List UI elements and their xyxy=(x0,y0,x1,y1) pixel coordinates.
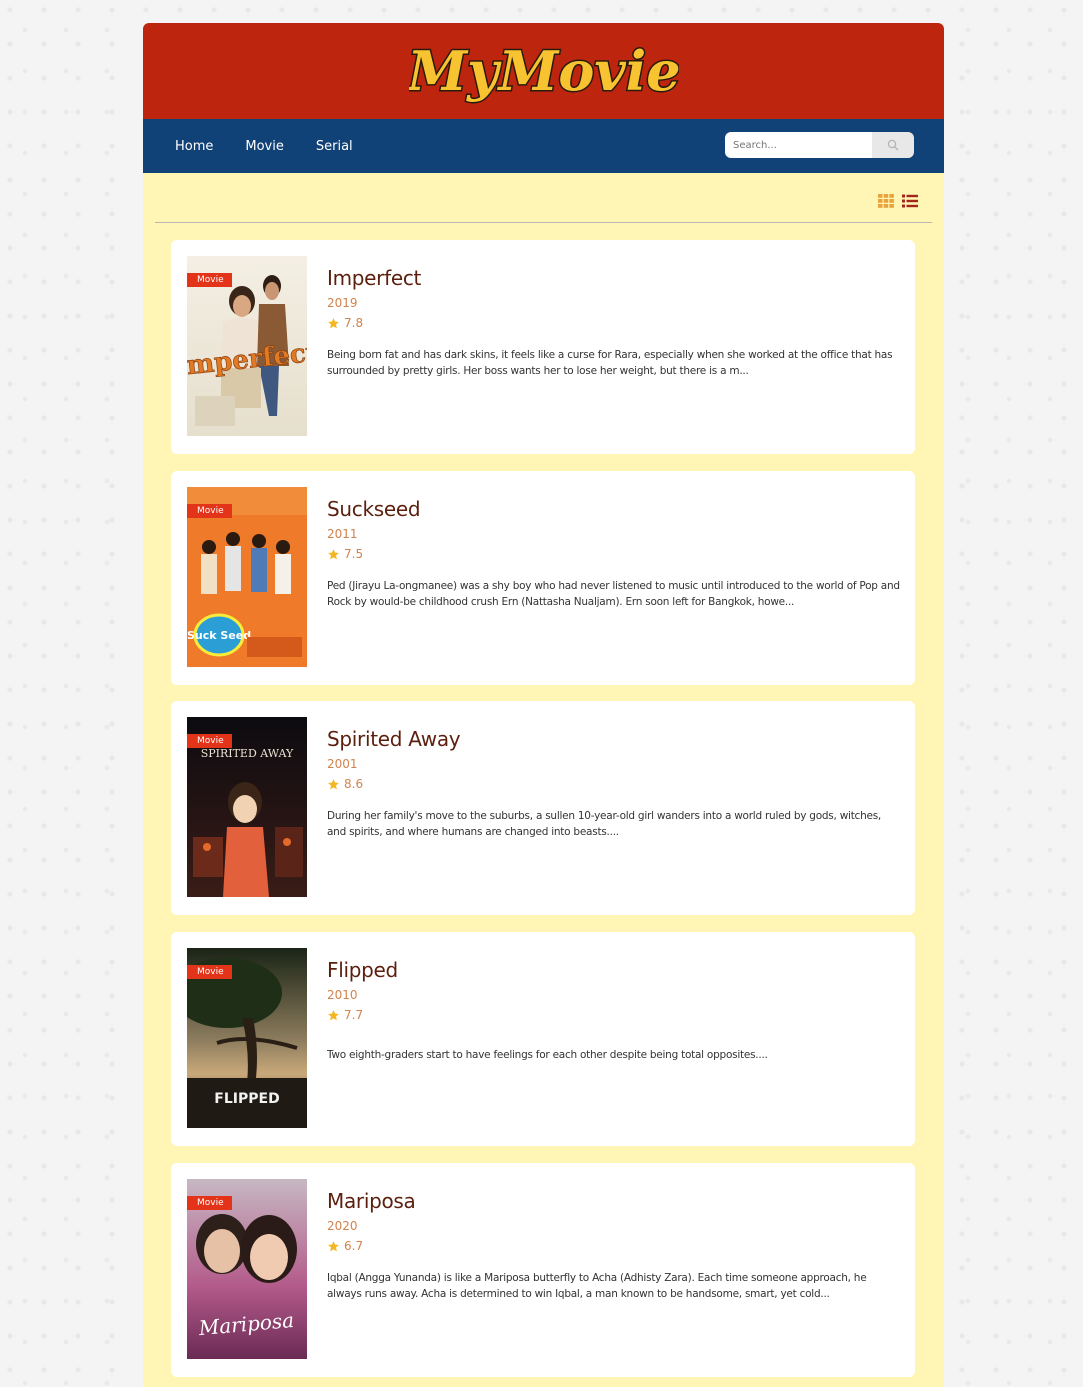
movie-poster[interactable]: Imperfect Movie xyxy=(187,256,307,436)
poster-title-text: FLIPPED xyxy=(214,1091,279,1107)
category-badge: Movie xyxy=(187,734,232,748)
movie-poster[interactable]: FLIPPED Movie xyxy=(187,948,307,1128)
category-badge: Movie xyxy=(187,965,232,979)
movie-rating: 6.7 xyxy=(327,1239,363,1253)
movie-poster[interactable]: Mariposa Movie xyxy=(187,1179,307,1359)
rating-value: 7.8 xyxy=(344,316,364,330)
movie-description: Ped (Jirayu La-ongmanee) was a shy boy w… xyxy=(327,580,900,608)
movie-poster[interactable]: SPIRITED AWAY Movie xyxy=(187,717,307,897)
grid-icon[interactable] xyxy=(878,194,894,208)
rating-value: 8.6 xyxy=(344,777,364,791)
category-badge: Movie xyxy=(187,273,232,287)
movie-year: 2001 xyxy=(327,757,358,771)
movie-card[interactable]: Mariposa Movie Mariposa 2020 6.7 Iqbal (… xyxy=(171,1163,915,1377)
movie-rating: 7.7 xyxy=(327,1008,363,1022)
movie-title[interactable]: Imperfect xyxy=(327,266,421,290)
search-box xyxy=(725,132,914,158)
movie-rating: 7.8 xyxy=(327,316,363,330)
nav-item-serial[interactable]: Serial xyxy=(316,139,353,154)
rating-value: 7.5 xyxy=(344,547,364,561)
site-header: MyMovie xyxy=(143,23,944,119)
search-button[interactable] xyxy=(872,132,914,158)
view-toolbar xyxy=(155,173,932,223)
movie-title[interactable]: Suckseed xyxy=(327,497,421,521)
movie-description: Iqbal (Angga Yunanda) is like a Mariposa… xyxy=(327,1272,867,1300)
movie-poster[interactable]: Suck Seed Movie xyxy=(187,487,307,667)
list-icon[interactable] xyxy=(902,194,918,208)
star-icon xyxy=(328,1240,339,1251)
movie-year: 2010 xyxy=(327,988,358,1002)
poster-title-text: SPIRITED AWAY xyxy=(201,747,294,760)
page-container: MyMovie Home Movie Serial Search... Impe… xyxy=(143,23,944,1387)
rating-value: 7.7 xyxy=(344,1008,364,1022)
category-badge: Movie xyxy=(187,504,232,518)
magnifier-icon xyxy=(887,139,899,151)
movie-rating: 8.6 xyxy=(327,777,363,791)
movie-description: During her family's move to the suburbs,… xyxy=(327,810,882,838)
movie-rating: 7.5 xyxy=(327,547,363,561)
nav-item-movie[interactable]: Movie xyxy=(245,139,283,154)
star-icon xyxy=(328,778,339,789)
category-badge: Movie xyxy=(187,1196,232,1210)
movie-title[interactable]: Mariposa xyxy=(327,1189,416,1213)
movie-description: Two eighth-graders start to have feeling… xyxy=(327,1049,768,1061)
movie-card[interactable]: Imperfect Movie Imperfect 2019 7.8 Being… xyxy=(171,240,915,454)
star-icon xyxy=(328,1009,339,1020)
star-icon xyxy=(328,548,339,559)
site-logo[interactable]: MyMovie xyxy=(409,32,679,122)
movie-year: 2020 xyxy=(327,1219,358,1233)
movie-card[interactable]: Suck Seed Movie Suckseed 2011 7.5 Ped (J… xyxy=(171,471,915,685)
search-input[interactable] xyxy=(725,132,872,158)
movie-title[interactable]: Flipped xyxy=(327,958,398,982)
movie-year: 2019 xyxy=(327,296,358,310)
movie-card[interactable]: SPIRITED AWAY Movie Spirited Away 2001 8… xyxy=(171,701,915,915)
site-logo-text: MyMovie xyxy=(409,39,679,103)
movie-title[interactable]: Spirited Away xyxy=(327,727,461,751)
movie-description: Being born fat and has dark skins, it fe… xyxy=(327,349,893,377)
movie-card[interactable]: FLIPPED Movie Flipped 2010 7.7 Two eight… xyxy=(171,932,915,1146)
main-nav: Home Movie Serial xyxy=(143,119,944,173)
rating-value: 6.7 xyxy=(344,1239,364,1253)
star-icon xyxy=(328,317,339,328)
nav-item-home[interactable]: Home xyxy=(175,139,213,154)
poster-title-text: Suck Seed xyxy=(187,629,251,642)
movie-year: 2011 xyxy=(327,527,358,541)
